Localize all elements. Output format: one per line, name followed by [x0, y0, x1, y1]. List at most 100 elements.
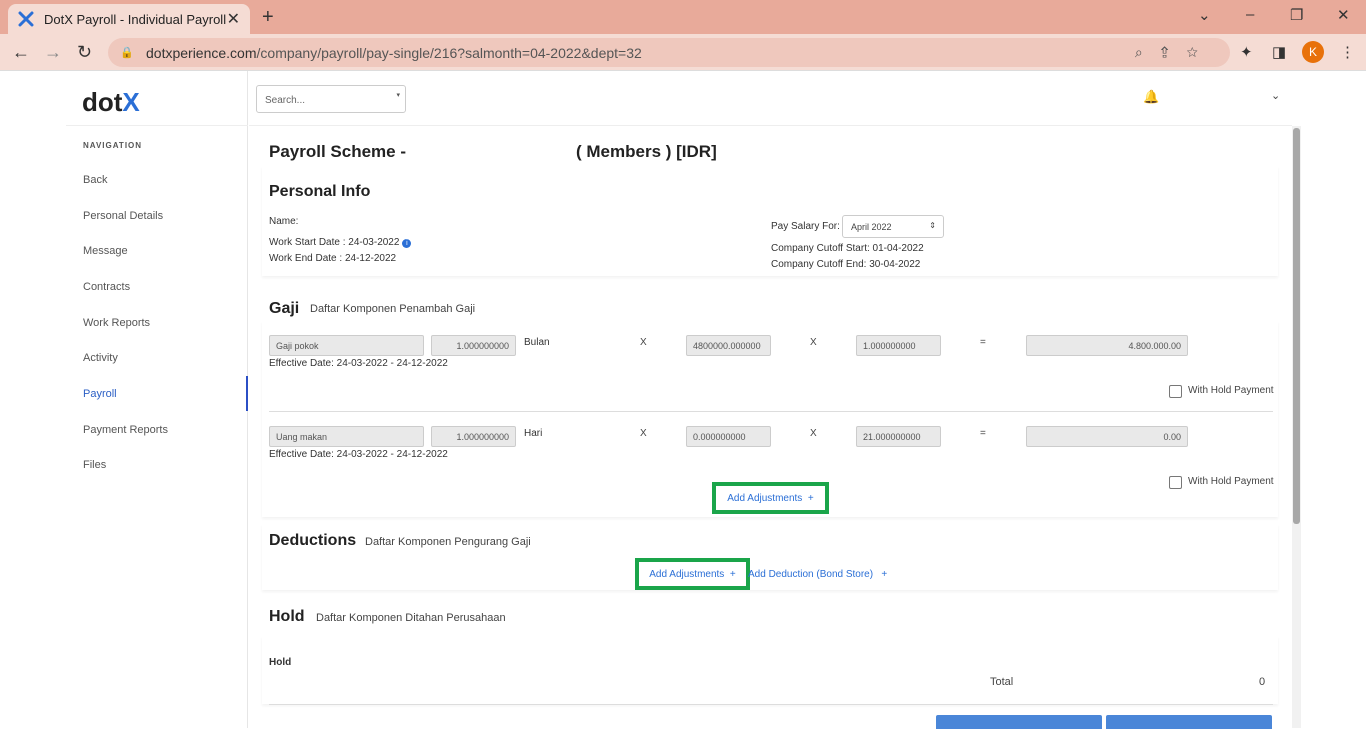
with-hold-payment-checkbox[interactable] — [1169, 476, 1182, 489]
row-total-field: 0.00 — [1026, 426, 1188, 447]
multiply-sign: X — [810, 428, 817, 439]
personal-info-panel — [262, 166, 1278, 276]
factor-field[interactable]: 21.000000000 — [856, 426, 941, 447]
nav-item-activity[interactable]: Activity — [83, 352, 118, 364]
new-tab-icon[interactable]: + — [262, 6, 274, 29]
url-domain: dotxperience.com — [146, 44, 257, 61]
back-arrow-icon[interactable]: ← — [12, 42, 30, 63]
component-name-field: Gaji pokok — [269, 335, 424, 356]
page: dotX NAVIGATION Back Personal Details Me… — [0, 71, 1366, 729]
hold-label: Hold — [269, 657, 292, 668]
equals-sign: = — [980, 337, 986, 348]
pay-hold-button[interactable] — [1106, 715, 1272, 729]
nav-item-contracts[interactable]: Contracts — [83, 281, 130, 293]
add-deduction-bond-store-link[interactable]: Add Deduction (Bond Store) + — [748, 569, 887, 580]
factor-field[interactable]: 1.000000000 — [856, 335, 941, 356]
nav-item-files[interactable]: Files — [83, 459, 106, 471]
browser-toolbar: ← → ↻ 🔒 dotxperience.com/company/payroll… — [0, 34, 1366, 71]
nav-item-back[interactable]: Back — [83, 174, 107, 186]
total-value: 0 — [1259, 676, 1266, 688]
browser-tab[interactable]: DotX Payroll - Individual Payroll ✕ — [8, 4, 250, 34]
info-icon[interactable]: i — [402, 239, 412, 248]
deductions-heading: Deductions — [269, 532, 357, 549]
url-path: /company/payroll/pay-single/216?salmonth… — [256, 44, 642, 61]
gaji-add-adjustments-button[interactable]: Add Adjustments + — [712, 482, 829, 514]
browser-menu-icon[interactable]: ⋮ — [1340, 43, 1355, 61]
tab-title: DotX Payroll - Individual Payroll — [44, 11, 227, 27]
hold-subtitle: Daftar Komponen Ditahan Perusahaan — [316, 612, 506, 624]
deductions-panel — [262, 524, 1278, 590]
plus-icon: + — [729, 568, 736, 580]
quantity-field[interactable]: 1.000000000 — [431, 426, 516, 447]
work-end-date: Work End Date : 24-12-2022 — [269, 253, 397, 264]
personal-info-heading: Personal Info — [269, 183, 371, 200]
select-arrows-icon: ⇕ — [929, 221, 936, 230]
nav-heading: NAVIGATION — [83, 141, 143, 150]
tab-search-chevron-icon[interactable]: ⌄ — [1198, 6, 1211, 24]
pay-salary-for-label: Pay Salary For: — [771, 221, 840, 232]
extensions-icon[interactable]: ✦ — [1240, 43, 1253, 61]
scrollbar-thumb[interactable] — [1293, 128, 1300, 524]
unit-label: Bulan — [524, 337, 550, 348]
unit-label: Hari — [524, 428, 543, 439]
split-hold-payment-button[interactable] — [936, 715, 1102, 729]
cutoff-start: Company Cutoff Start: 01-04-2022 — [771, 243, 924, 254]
nav-item-payment-reports[interactable]: Payment Reports — [83, 424, 168, 436]
row-divider — [269, 411, 1273, 412]
nav-item-message[interactable]: Message — [83, 245, 128, 257]
cutoff-end: Company Cutoff End: 30-04-2022 — [771, 259, 921, 270]
effective-date: Effective Date: 24-03-2022 - 24-12-2022 — [269, 358, 448, 369]
nav-item-personal-details[interactable]: Personal Details — [83, 210, 163, 222]
deductions-add-adjustments-button[interactable]: Add Adjustments + — [635, 558, 750, 590]
total-label: Total — [990, 676, 1014, 688]
browser-tabbar: DotX Payroll - Individual Payroll ✕ + ⌄ … — [0, 0, 1366, 34]
dotx-logo[interactable]: dotX — [82, 87, 140, 118]
address-bar[interactable]: 🔒 dotxperience.com/company/payroll/pay-s… — [108, 38, 1230, 67]
reload-icon[interactable]: ↻ — [77, 42, 92, 63]
name-label: Name: — [269, 216, 299, 227]
side-panel-icon[interactable]: ◨ — [1272, 43, 1286, 61]
bell-icon[interactable]: 🔔 — [1143, 89, 1159, 105]
quantity-field[interactable]: 1.000000000 — [431, 335, 516, 356]
component-name-field: Uang makan — [269, 426, 424, 447]
minimize-icon[interactable]: – — [1246, 6, 1254, 23]
omnibox-actions-icon[interactable]: ⌕⇪☆ — [1135, 44, 1216, 61]
gaji-heading: Gaji — [269, 300, 300, 317]
gaji-subtitle: Daftar Komponen Penambah Gaji — [310, 303, 476, 315]
main-content: Payroll Scheme - ( Members ) [IDR] Perso… — [249, 125, 1292, 729]
row-total-field: 4.800.000.00 — [1026, 335, 1188, 356]
restore-icon[interactable]: ❐ — [1290, 6, 1303, 24]
lock-icon: 🔒 — [120, 47, 134, 59]
hold-divider — [269, 704, 1273, 705]
amount-field[interactable]: 0.000000000 — [686, 426, 771, 447]
equals-sign: = — [980, 428, 986, 439]
profile-avatar[interactable]: K — [1302, 41, 1324, 63]
page-title-left: Payroll Scheme - — [269, 142, 407, 161]
pay-month-select[interactable]: April 2022 ⇕ — [842, 215, 944, 238]
dotx-favicon-icon — [18, 11, 34, 27]
nav-item-payroll[interactable]: Payroll — [83, 388, 117, 400]
chevron-down-icon: ▾ — [396, 92, 400, 99]
hold-panel — [262, 636, 1278, 704]
amount-field[interactable]: 4800000.000000 — [686, 335, 771, 356]
deductions-subtitle: Daftar Komponen Pengurang Gaji — [365, 536, 531, 548]
multiply-sign: X — [640, 337, 647, 348]
active-nav-indicator — [246, 376, 248, 411]
with-hold-payment-checkbox[interactable] — [1169, 385, 1182, 398]
forward-arrow-icon[interactable]: → — [44, 42, 62, 63]
work-start-date: Work Start Date : 24-03-2022 i — [269, 237, 412, 248]
nav-item-work-reports[interactable]: Work Reports — [83, 317, 150, 329]
page-title-right: ( Members ) [IDR] — [576, 142, 717, 161]
user-menu-chevron-icon[interactable]: ⌄ — [1271, 89, 1280, 102]
search-select[interactable]: Search... ▾ — [256, 85, 406, 113]
sidebar: dotX NAVIGATION Back Personal Details Me… — [66, 71, 248, 728]
sidebar-divider — [66, 125, 248, 126]
multiply-sign: X — [640, 428, 647, 439]
plus-icon: + — [881, 569, 888, 580]
multiply-sign: X — [810, 337, 817, 348]
close-tab-icon[interactable]: ✕ — [227, 9, 240, 29]
effective-date: Effective Date: 24-03-2022 - 24-12-2022 — [269, 449, 448, 460]
with-hold-payment-label: With Hold Payment — [1188, 385, 1274, 396]
hold-heading: Hold — [269, 608, 305, 625]
close-window-icon[interactable]: ✕ — [1337, 6, 1350, 24]
